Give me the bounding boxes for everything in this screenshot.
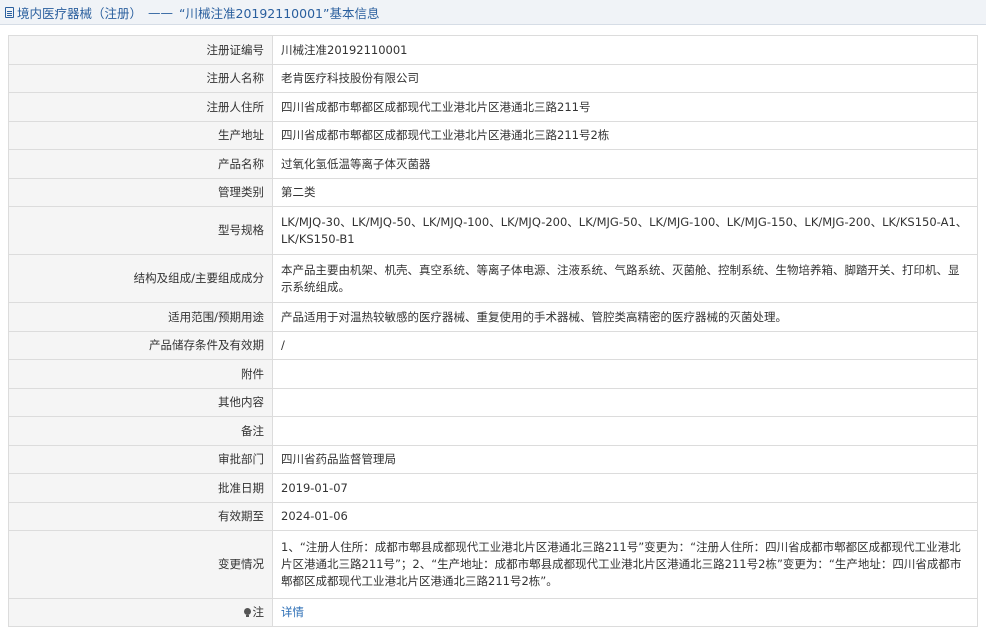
row-label-product-name: 产品名称 — [8, 149, 273, 179]
row-label-management-category: 管理类别 — [8, 178, 273, 207]
row-label-remarks: 备注 — [8, 416, 273, 446]
table-row: 产品名称 过氧化氢低温等离子体灭菌器 — [8, 149, 978, 179]
row-value-storage: / — [272, 331, 978, 360]
row-value-valid-until: 2024-01-06 — [272, 502, 978, 531]
row-label-production-address: 生产地址 — [8, 121, 273, 150]
row-value-management-category: 第二类 — [272, 178, 978, 207]
header-separator: —— — [148, 4, 174, 20]
table-row: 其他内容 — [8, 388, 978, 417]
details-link[interactable]: 详情 — [281, 605, 304, 619]
table-row: 注册人名称 老肯医疗科技股份有限公司 — [8, 64, 978, 93]
lightbulb-icon — [243, 608, 251, 617]
row-value-attachment — [272, 359, 978, 389]
header-title-prefix: 境内医疗器械（注册） — [17, 5, 143, 21]
table-row: 变更情况 1、“注册人住所：成都市郫县成都现代工业港北片区港通北三路211号”变… — [8, 530, 978, 599]
table-row: 备注 — [8, 416, 978, 446]
table-row: 管理类别 第二类 — [8, 178, 978, 207]
row-value-product-name: 过氧化氢低温等离子体灭菌器 — [272, 149, 978, 179]
table-row: 附件 — [8, 359, 978, 389]
row-value-change-history: 1、“注册人住所：成都市郫县成都现代工业港北片区港通北三路211号”变更为：“注… — [272, 530, 978, 599]
row-label-registrant-address: 注册人住所 — [8, 92, 273, 122]
table-row: 结构及组成/主要组成成分 本产品主要由机架、机壳、真空系统、等离子体电源、注液系… — [8, 254, 978, 303]
table-row: 型号规格 LK/MJQ-30、LK/MJQ-50、LK/MJQ-100、LK/M… — [8, 206, 978, 255]
row-label-approval-date: 批准日期 — [8, 473, 273, 503]
row-value-other-content — [272, 388, 978, 417]
row-value-registrant-address: 四川省成都市郫都区成都现代工业港北片区港通北三路211号 — [272, 92, 978, 122]
row-label-registrant-name: 注册人名称 — [8, 64, 273, 93]
document-icon — [5, 6, 14, 18]
table-row: 注册人住所 四川省成都市郫都区成都现代工业港北片区港通北三路211号 — [8, 92, 978, 122]
registration-info-table: 注册证编号 川械注准20192110001 注册人名称 老肯医疗科技股份有限公司… — [8, 35, 978, 627]
row-value-remarks — [272, 416, 978, 446]
table-row: 产品储存条件及有效期 / — [8, 331, 978, 360]
row-label-note: 注 — [8, 598, 273, 627]
row-value-note: 详情 — [272, 598, 978, 627]
row-value-intended-use: 产品适用于对温热较敏感的医疗器械、重复使用的手术器械、管腔类高精密的医疗器械的灭… — [272, 302, 978, 332]
row-value-registrant-name: 老肯医疗科技股份有限公司 — [272, 64, 978, 93]
row-label-registration-number: 注册证编号 — [8, 35, 273, 65]
row-label-storage: 产品储存条件及有效期 — [8, 331, 273, 360]
note-label: 注 — [252, 605, 265, 619]
row-label-intended-use: 适用范围/预期用途 — [8, 302, 273, 332]
row-value-approval-date: 2019-01-07 — [272, 473, 978, 503]
row-label-valid-until: 有效期至 — [8, 502, 273, 531]
table-row: 注册证编号 川械注准20192110001 — [8, 35, 978, 65]
table-row: 审批部门 四川省药品监督管理局 — [8, 445, 978, 474]
row-label-approval-department: 审批部门 — [8, 445, 273, 474]
header-title-suffix: “川械注准20192110001”基本信息 — [179, 5, 380, 21]
table-row: 有效期至 2024-01-06 — [8, 502, 978, 531]
row-value-registration-number: 川械注准20192110001 — [272, 35, 978, 65]
row-value-structure: 本产品主要由机架、机壳、真空系统、等离子体电源、注液系统、气路系统、灭菌舱、控制… — [272, 254, 978, 303]
row-value-production-address: 四川省成都市郫都区成都现代工业港北片区港通北三路211号2栋 — [272, 121, 978, 150]
row-value-model-spec: LK/MJQ-30、LK/MJQ-50、LK/MJQ-100、LK/MJQ-20… — [272, 206, 978, 255]
row-label-structure: 结构及组成/主要组成成分 — [8, 254, 273, 303]
row-label-other-content: 其他内容 — [8, 388, 273, 417]
table-row: 适用范围/预期用途 产品适用于对温热较敏感的医疗器械、重复使用的手术器械、管腔类… — [8, 302, 978, 332]
page-header: 境内医疗器械（注册） —— “川械注准20192110001”基本信息 — [0, 0, 986, 25]
row-label-model-spec: 型号规格 — [8, 206, 273, 255]
table-row: 生产地址 四川省成都市郫都区成都现代工业港北片区港通北三路211号2栋 — [8, 121, 978, 150]
table-row: 注 详情 — [8, 598, 978, 627]
row-value-approval-department: 四川省药品监督管理局 — [272, 445, 978, 474]
row-label-attachment: 附件 — [8, 359, 273, 389]
row-label-change-history: 变更情况 — [8, 530, 273, 599]
table-row: 批准日期 2019-01-07 — [8, 473, 978, 503]
